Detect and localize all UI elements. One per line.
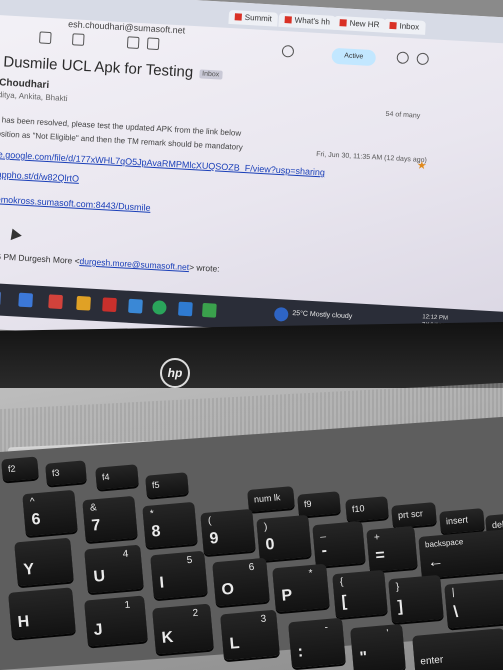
key-equals[interactable]: + = <box>366 525 418 573</box>
quoted-header: at 3:36 PM Durgesh More <durgesh.more@su… <box>0 250 220 274</box>
demo-link[interactable]: p://demokross.sumasoft.com:8443/Dusmile <box>0 193 151 213</box>
key-k[interactable]: 2K <box>152 603 214 655</box>
key-backspace[interactable]: backspace ← <box>418 529 503 579</box>
back-icon[interactable] <box>39 31 52 45</box>
key-9[interactable]: (9 <box>200 508 256 556</box>
key-j[interactable]: 1J <box>84 595 148 647</box>
key-8[interactable]: * 8 <box>142 501 198 549</box>
key-f3[interactable]: f3 <box>45 460 87 486</box>
email-date: Fri, Jun 30, 11:35 AM (12 days ago) <box>316 151 428 165</box>
settings-icon[interactable] <box>416 52 430 66</box>
key-6[interactable]: ^ 6 <box>22 489 78 537</box>
quoted-email-link[interactable]: durgesh.more@sumasoft.net <box>79 256 189 272</box>
calculator-icon[interactable] <box>128 298 143 314</box>
key-f2[interactable]: f2 <box>1 456 39 482</box>
laptop-photo: Summit What's hh New HR Inbox esh.choudh… <box>0 0 503 670</box>
key-enter[interactable]: enter <box>412 628 503 670</box>
key-backslash[interactable]: | \ <box>444 579 503 629</box>
key-insert[interactable]: insert <box>439 508 485 534</box>
network-icon[interactable] <box>273 306 289 322</box>
wps-icon[interactable] <box>102 297 117 313</box>
browser-icon[interactable] <box>48 294 63 310</box>
key-h[interactable]: H <box>8 587 76 639</box>
help-icon[interactable] <box>396 51 410 65</box>
recipients[interactable]: e, Aditya, Ankita, Bhakti <box>0 89 68 103</box>
browser-tab[interactable]: Summit <box>228 9 279 27</box>
explorer-icon[interactable] <box>76 295 91 311</box>
star-icon[interactable]: ★ <box>416 159 427 173</box>
mail-icon[interactable] <box>18 292 34 308</box>
key-7[interactable]: & 7 <box>82 495 138 543</box>
archive-icon[interactable] <box>71 33 85 46</box>
key-print-screen[interactable]: prt scr <box>391 502 437 528</box>
mouse-cursor-icon <box>6 226 22 241</box>
key-num-lock[interactable]: num lk <box>247 486 295 512</box>
key-l[interactable]: 3L <box>220 609 280 661</box>
inbox-label[interactable]: Inbox <box>198 68 223 80</box>
excel-icon[interactable] <box>201 302 217 318</box>
close-icon[interactable] <box>281 44 295 58</box>
gmail-icon <box>339 19 347 27</box>
delete-icon[interactable] <box>146 37 160 51</box>
key-u[interactable]: 4U <box>84 544 144 594</box>
key-left-brace[interactable]: {[ <box>332 569 388 619</box>
key-semicolon[interactable]: :- <box>288 617 346 669</box>
key-minus[interactable]: _ - <box>312 520 366 568</box>
key-0[interactable]: ) 0 <box>256 514 312 562</box>
apphost-link[interactable]: ps://appho.st/d/w82QlrtO <box>0 168 79 184</box>
key-y[interactable]: Y <box>14 537 74 587</box>
weather-widget[interactable]: 25°C Mostly cloudy <box>292 310 352 320</box>
hp-logo: hp <box>160 358 190 388</box>
search-icon[interactable] <box>0 290 2 306</box>
key-f9[interactable]: f9 <box>297 491 341 517</box>
laptop-screen: Summit What's hh New HR Inbox esh.choudh… <box>0 0 503 358</box>
message-count: 54 of many <box>385 110 421 120</box>
gmail-icon <box>284 16 292 24</box>
sender-name: sh Choudhari <box>0 76 50 92</box>
gmail-icon <box>234 13 242 22</box>
browser-tab[interactable]: New HR <box>333 15 386 33</box>
key-p[interactable]: * P <box>272 563 330 613</box>
report-icon[interactable] <box>126 36 140 49</box>
key-f10[interactable]: f10 <box>345 496 389 522</box>
chrome-icon[interactable] <box>152 300 167 315</box>
browser-tab[interactable]: Inbox <box>383 18 426 35</box>
key-i[interactable]: 5I <box>150 550 208 600</box>
key-o[interactable]: 6O <box>212 557 270 607</box>
key-f4[interactable]: f4 <box>95 464 139 490</box>
key-right-brace[interactable]: }] <box>388 574 444 624</box>
email-subject: ro Dusmile UCL Apk for Testing Inbox <box>0 52 223 82</box>
key-quote[interactable]: " ' <box>350 623 406 670</box>
gmail-icon <box>389 22 397 30</box>
vscode-icon[interactable] <box>178 301 193 317</box>
browser-tab[interactable]: What's hh <box>278 12 337 30</box>
status-active-button[interactable]: Active <box>331 47 377 67</box>
key-f5[interactable]: f5 <box>145 472 189 498</box>
